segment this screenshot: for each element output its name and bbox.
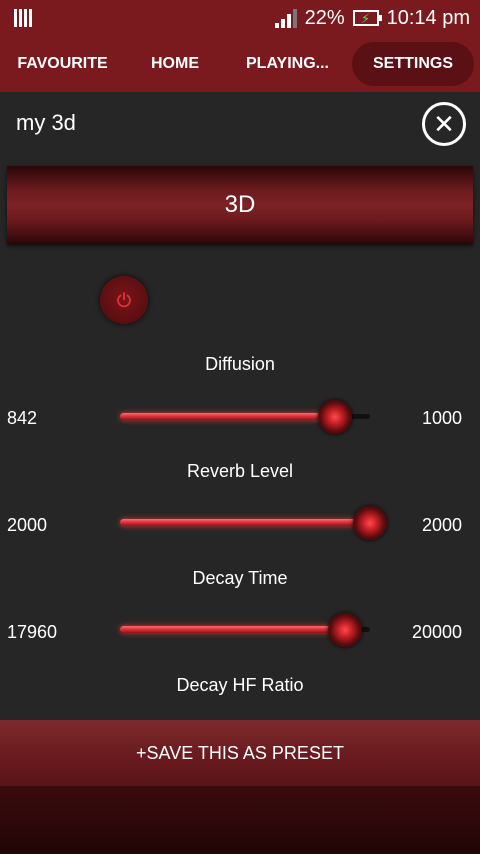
param-max-reverb-level: 2000 [421,515,462,535]
power-icon[interactable] [100,276,148,324]
param-label-decay-time: Decay Time [192,568,288,588]
tab-settings[interactable]: SETTINGS [352,42,474,86]
slider-thumb[interactable] [353,506,387,540]
param-value-reverb-level: 2000 [7,515,48,535]
effect-selector[interactable]: 3D [7,166,473,244]
slider-fill [120,413,335,420]
clock: 10:14 pm [386,6,470,29]
bottom-background [0,786,480,854]
param-value-decay-time: 17960 [7,622,58,642]
slider-diffusion[interactable] [120,400,370,434]
param-label-reverb-level: Reverb Level [186,461,294,481]
tab-bar: FAVOURITE HOME PLAYING... SETTINGS [0,36,480,92]
tab-home[interactable]: HOME [125,42,225,86]
status-bar: 22% ⚡ 10:14 pm [0,0,480,36]
battery-percent: 22% [304,6,345,29]
param-label-diffusion: Diffusion [205,354,275,374]
preset-name: my 3d [16,110,76,135]
slider-fill [120,626,345,633]
param-max-diffusion: 1000 [421,408,462,428]
slider-thumb[interactable] [328,613,362,647]
save-preset-label: +SAVE THIS AS PRESET [136,742,344,763]
grid-icon [14,9,32,27]
signal-icon [274,8,297,28]
param-label-decay-hf-ratio: Decay HF Ratio [176,675,304,695]
param-max-decay-time: 20000 [411,622,462,642]
param-value-diffusion: 842 [7,408,38,428]
save-preset-button[interactable]: +SAVE THIS AS PRESET [0,720,480,786]
slider-thumb[interactable] [318,400,352,434]
slider-reverb-level[interactable] [120,506,387,540]
tab-playing[interactable]: PLAYING... [225,42,350,86]
effect-label: 3D [224,191,256,218]
slider-decay-time[interactable] [120,613,370,647]
slider-fill [120,519,370,526]
close-icon[interactable]: ✕ [422,102,466,146]
tab-favourite[interactable]: FAVOURITE [0,42,125,86]
app-screen: 22% ⚡ 10:14 pm FAVOURITE HOME PLAYING...… [0,0,480,854]
effect-settings-panel: my 3d ✕ 3D Diffusion 842 1000 Reverb Lev… [0,92,480,720]
battery-charging-icon: ⚡ [352,10,382,26]
